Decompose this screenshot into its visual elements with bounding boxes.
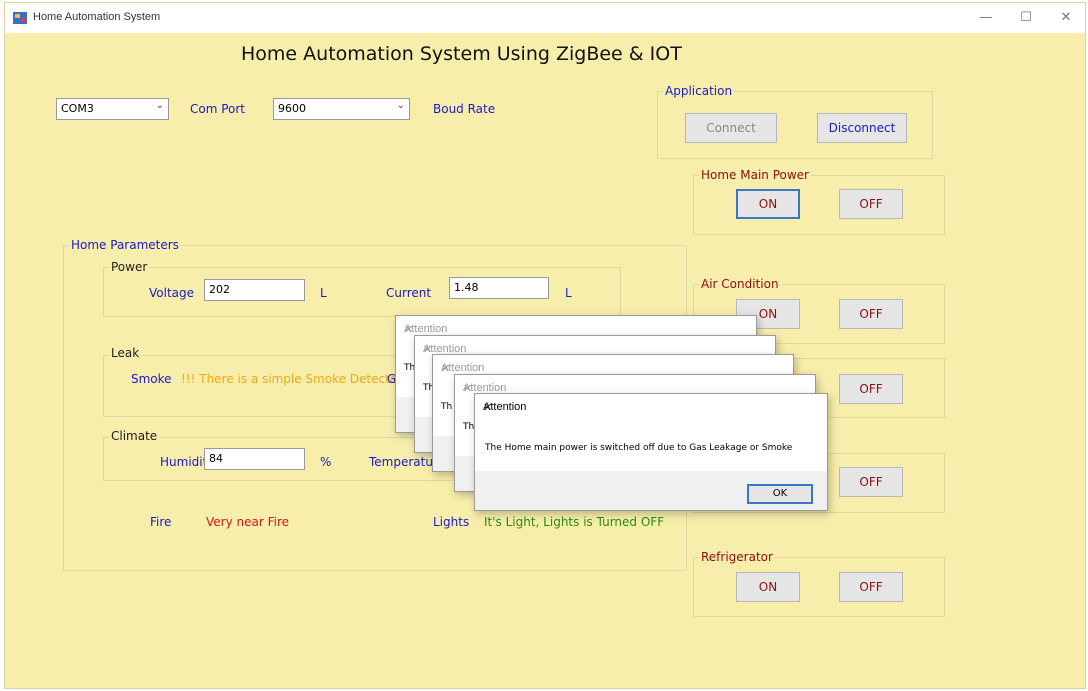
main-power-on-button[interactable]: ON bbox=[736, 189, 800, 219]
fire-label: Fire bbox=[150, 515, 172, 529]
app-icon bbox=[13, 12, 27, 24]
minimize-icon[interactable]: — bbox=[971, 7, 1001, 29]
refrigerator-on-button[interactable]: ON bbox=[736, 572, 800, 602]
com-port-value: COM3 bbox=[61, 102, 94, 115]
smoke-status: !!! There is a simple Smoke Detected bbox=[181, 372, 405, 386]
com-port-select[interactable]: COM3 ⌄ bbox=[56, 98, 169, 120]
chevron-down-icon: ⌄ bbox=[396, 100, 405, 111]
dialog-message: The Home main power is switched off due … bbox=[485, 443, 793, 453]
page-title: Home Automation System Using ZigBee & IO… bbox=[241, 43, 682, 65]
refrigerator-title: Refrigerator bbox=[699, 550, 775, 564]
main-power-title: Home Main Power bbox=[699, 168, 811, 182]
refrigerator-off-button[interactable]: OFF bbox=[839, 572, 903, 602]
chevron-down-icon: ⌄ bbox=[155, 100, 164, 111]
climate-title: Climate bbox=[109, 429, 160, 443]
ok-button[interactable]: OK bbox=[747, 484, 813, 504]
current-label: Current bbox=[386, 286, 432, 300]
current-field[interactable]: 1.48 bbox=[449, 277, 549, 299]
voltage-unit: L bbox=[320, 286, 327, 300]
device-off-button[interactable]: OFF bbox=[839, 374, 903, 404]
air-condition-off-button[interactable]: OFF bbox=[839, 299, 903, 329]
smoke-label: Smoke bbox=[131, 372, 172, 386]
lights-label: Lights bbox=[433, 515, 470, 529]
baud-rate-select[interactable]: 9600 ⌄ bbox=[273, 98, 410, 120]
voltage-label: Voltage bbox=[149, 286, 195, 300]
humidity-unit: % bbox=[320, 455, 332, 469]
home-parameters-title: Home Parameters bbox=[69, 238, 181, 252]
application-title: Application bbox=[663, 84, 735, 98]
refrigerator-group bbox=[693, 557, 945, 617]
close-icon[interactable]: ✕ bbox=[1051, 7, 1081, 29]
com-port-label: Com Port bbox=[190, 102, 246, 116]
app-window: Home Automation System — ☐ ✕ Home Automa… bbox=[4, 2, 1086, 689]
disconnect-button[interactable]: Disconnect bbox=[817, 113, 907, 143]
dialog-message-partial: Th bbox=[441, 402, 453, 412]
power-title: Power bbox=[109, 260, 150, 274]
current-unit: L bbox=[565, 286, 572, 300]
window-title: Home Automation System bbox=[33, 11, 161, 23]
baud-rate-value: 9600 bbox=[278, 102, 306, 115]
fire-status: Very near Fire bbox=[206, 515, 290, 529]
voltage-field[interactable]: 202 bbox=[204, 279, 305, 301]
main-power-off-button[interactable]: OFF bbox=[839, 189, 903, 219]
close-icon[interactable]: ✕ bbox=[483, 401, 819, 414]
attention-dialog-active[interactable]: Attention ✕ The Home main power is switch… bbox=[474, 393, 828, 511]
leak-title: Leak bbox=[109, 346, 142, 360]
maximize-icon[interactable]: ☐ bbox=[1011, 7, 1041, 29]
baud-rate-label: Boud Rate bbox=[433, 102, 496, 116]
lights-status: It's Light, Lights is Turned OFF bbox=[484, 515, 665, 529]
title-bar[interactable]: Home Automation System — ☐ ✕ bbox=[5, 3, 1085, 33]
air-condition-title: Air Condition bbox=[699, 277, 781, 291]
humidity-field[interactable]: 84 bbox=[204, 448, 305, 470]
connect-button[interactable]: Connect bbox=[685, 113, 777, 143]
main-power-group bbox=[693, 175, 945, 235]
device-off-button[interactable]: OFF bbox=[839, 467, 903, 497]
leak-group bbox=[103, 355, 403, 417]
temperature-label-partial: Temperatur bbox=[369, 455, 438, 469]
dialog-message-partial: Th bbox=[463, 422, 475, 432]
